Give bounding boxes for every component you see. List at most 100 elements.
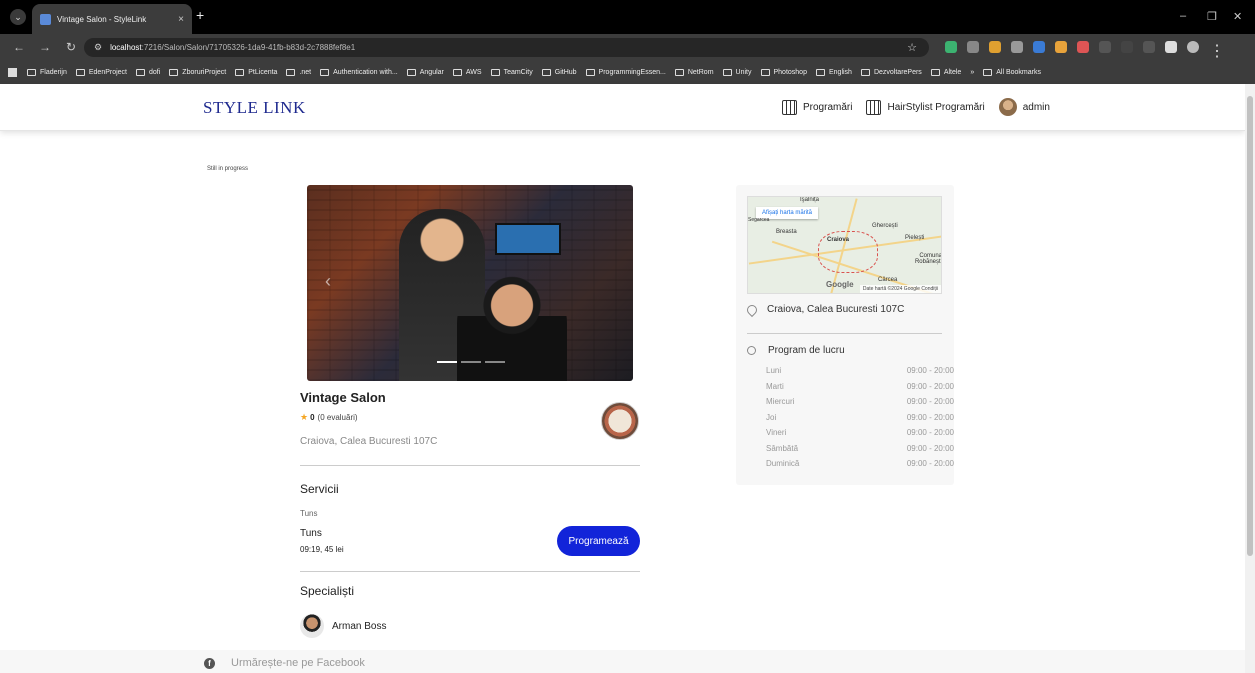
specialist-item[interactable]: Arman Boss xyxy=(300,614,386,638)
folder-icon xyxy=(674,68,684,76)
folder-icon xyxy=(930,68,940,76)
carousel-prev-icon[interactable]: ‹ xyxy=(325,271,331,292)
extension-font-icon[interactable] xyxy=(1011,41,1023,53)
bookmark-folder[interactable]: Fladerijn xyxy=(27,68,67,76)
folder-icon xyxy=(136,68,145,76)
minimize-icon[interactable]: – xyxy=(1180,10,1186,22)
user-menu[interactable]: admin xyxy=(998,98,1050,116)
extension-screen-icon[interactable] xyxy=(967,41,979,53)
carousel-indicator[interactable] xyxy=(485,361,505,363)
forward-icon[interactable]: → xyxy=(38,40,52,54)
nav-link-hairstylist-programari[interactable]: HairStylist Programări xyxy=(866,99,985,115)
map-label: Comuna Robănești xyxy=(914,253,942,265)
progress-note: Still in progress xyxy=(207,166,249,172)
folder-icon xyxy=(286,68,296,76)
service-category: Tuns xyxy=(300,509,318,518)
bookmark-folder[interactable]: NetRom xyxy=(674,68,714,76)
site-info-icon[interactable]: ⚙ xyxy=(94,42,102,53)
extension-color-icon[interactable] xyxy=(1055,41,1067,53)
extension-grid-icon[interactable] xyxy=(1099,41,1111,53)
carousel-indicators xyxy=(437,361,505,363)
restore-icon[interactable]: ❐ xyxy=(1207,10,1217,23)
page-footer: f Urmărește-ne pe Facebook xyxy=(0,650,1245,673)
book-service-button[interactable]: Programează xyxy=(557,526,640,556)
address-bar[interactable]: ⚙ localhost :7216/Salon/Salon/71705326-1… xyxy=(84,38,929,57)
bookmark-folder[interactable]: TeamCity xyxy=(490,68,533,76)
bookmark-folder[interactable]: AWS xyxy=(452,68,482,76)
scrollbar-thumb[interactable] xyxy=(1247,96,1253,556)
google-logo: Google xyxy=(826,280,854,289)
folder-icon xyxy=(815,68,825,76)
bookmark-link[interactable]: Authentication with... xyxy=(320,68,398,76)
carousel-indicator[interactable] xyxy=(437,361,457,363)
extensions-menu-icon[interactable] xyxy=(1165,41,1177,53)
bookmark-folder[interactable]: .net xyxy=(286,68,311,76)
extension-pen-icon[interactable] xyxy=(989,41,1001,53)
browser-menu-icon[interactable]: ⋮ xyxy=(1209,41,1225,60)
map-copyright[interactable]: Date hartă ©2024 Google Condiții xyxy=(859,285,941,293)
bookmarks-overflow-button[interactable]: » xyxy=(970,69,974,76)
folder-icon xyxy=(235,68,245,76)
location-map[interactable]: Afișați harta mărită Işalnița Breasta Gh… xyxy=(747,196,942,294)
folder-icon xyxy=(983,68,993,76)
extension-shield-icon[interactable] xyxy=(945,41,957,53)
facebook-link[interactable]: Urmărește-ne pe Facebook xyxy=(231,657,365,669)
bookmark-folder[interactable]: ZboruriProject xyxy=(169,68,226,76)
bookmark-folder[interactable]: dofi xyxy=(136,68,160,76)
back-icon[interactable]: ← xyxy=(12,40,26,54)
salon-info-card: Afișați harta mărită Işalnița Breasta Gh… xyxy=(736,185,954,485)
bookmark-folder[interactable]: Angular xyxy=(406,68,444,76)
close-window-icon[interactable]: ✕ xyxy=(1233,10,1242,23)
folder-icon xyxy=(27,68,36,76)
bookmark-folder[interactable]: PtLicenta xyxy=(235,68,277,76)
bookmark-folder[interactable]: Altele xyxy=(930,68,961,76)
map-label: Breasta xyxy=(776,229,797,235)
extension-jira-icon[interactable] xyxy=(1033,41,1045,53)
salon-logo xyxy=(601,402,639,440)
extension-red-icon[interactable] xyxy=(1077,41,1089,53)
services-title: Servicii xyxy=(300,482,339,496)
location-pin-icon xyxy=(744,302,760,317)
extension-misc-icon[interactable] xyxy=(1121,41,1133,53)
brand-logo[interactable]: STYLE LINK xyxy=(203,98,306,118)
specialist-avatar xyxy=(300,614,324,638)
profile-avatar-icon[interactable] xyxy=(1187,41,1199,53)
tab-search-icon[interactable]: ⌄ xyxy=(10,9,26,25)
url-host: localhost xyxy=(110,43,142,52)
schedule-row: Miercuri 09:00 - 20:00 xyxy=(766,397,954,406)
rating-count: (0 evaluări) xyxy=(317,413,358,422)
salon-name: Vintage Salon xyxy=(300,390,386,405)
schedule-title: Program de lucru xyxy=(747,345,845,356)
bookmark-folder[interactable]: GitHub xyxy=(541,68,577,76)
folder-icon xyxy=(169,68,179,76)
bookmark-folder[interactable]: EdenProject xyxy=(75,68,127,76)
tab-title: Vintage Salon - StyleLink xyxy=(57,14,147,24)
bookmark-folder[interactable]: Unity xyxy=(722,68,752,76)
extension-puzzle-icon[interactable] xyxy=(1143,41,1155,53)
bookmark-folder[interactable]: Photoshop xyxy=(760,68,807,76)
bookmark-folder[interactable]: English xyxy=(815,68,852,76)
folder-icon xyxy=(75,68,85,76)
bookmark-star-icon[interactable]: ☆ xyxy=(907,41,917,54)
reload-icon[interactable]: ↻ xyxy=(64,40,78,54)
bookmark-folder[interactable]: ProgrammingEssen... xyxy=(585,68,666,76)
carousel-indicator[interactable] xyxy=(461,361,481,363)
salon-photo-carousel[interactable]: ‹ xyxy=(307,185,633,381)
map-label: Craiova xyxy=(827,237,850,243)
map-label: Cârcea xyxy=(878,277,898,283)
nav-link-programari[interactable]: Programări xyxy=(782,99,852,115)
divider xyxy=(747,333,942,334)
user-avatar xyxy=(998,98,1017,116)
all-bookmarks-folder[interactable]: All Bookmarks xyxy=(983,68,1041,76)
close-tab-icon[interactable]: × xyxy=(178,14,184,25)
page-scrollbar[interactable] xyxy=(1245,84,1255,673)
service-name: Tuns xyxy=(300,528,322,539)
map-label: Ghercești xyxy=(872,223,898,229)
schedule-list: Luni 09:00 - 20:00 Marti 09:00 - 20:00 Mie… xyxy=(766,363,954,472)
facebook-icon[interactable]: f xyxy=(204,658,215,669)
browser-tab[interactable]: Vintage Salon - StyleLink × xyxy=(32,4,192,34)
apps-icon[interactable] xyxy=(8,67,17,77)
new-tab-button[interactable]: + xyxy=(196,7,204,23)
bookmark-folder[interactable]: DezvoltarePers xyxy=(860,68,922,76)
folder-icon xyxy=(722,68,732,76)
